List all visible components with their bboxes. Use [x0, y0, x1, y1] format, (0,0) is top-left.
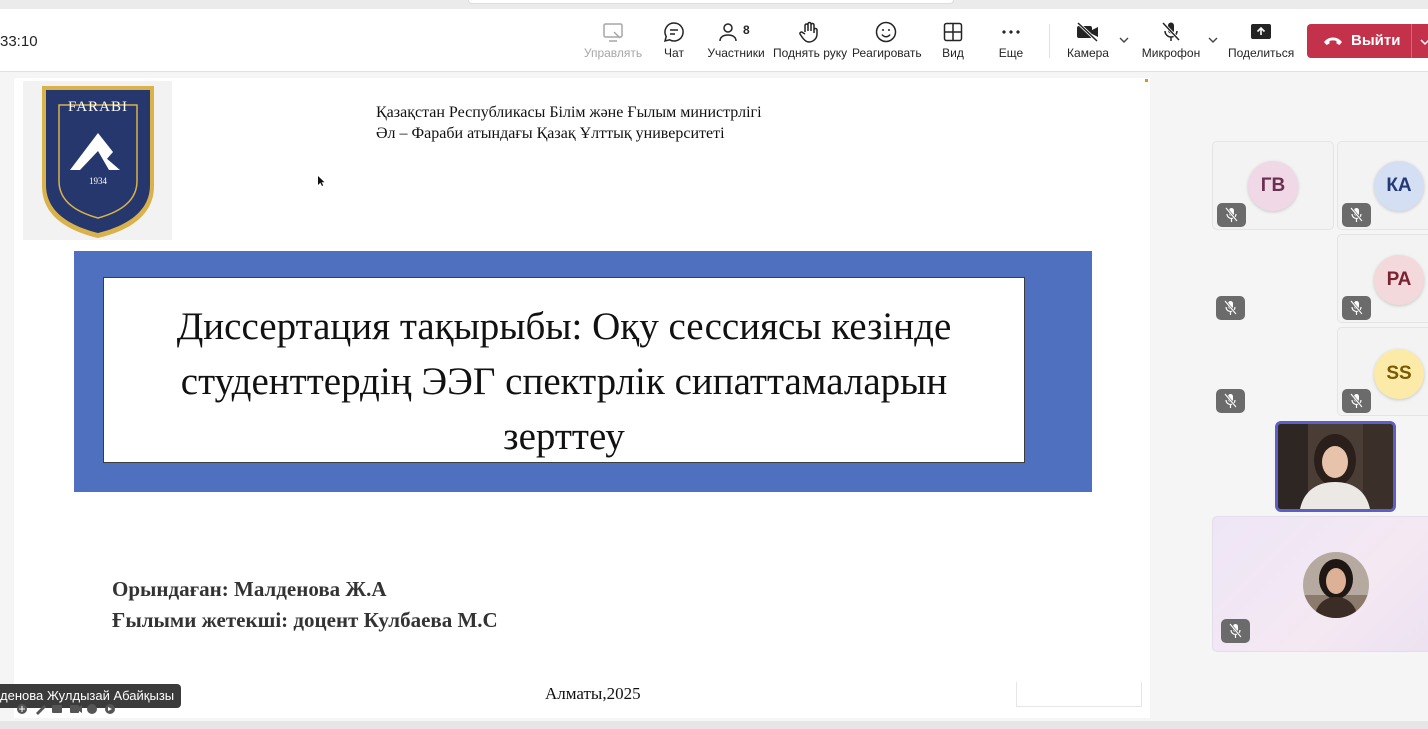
avatar: SS	[1374, 349, 1424, 399]
window-top-strip	[0, 0, 1428, 9]
title-line: Диссертация тақырыбы: Оқу сессиясы кезін…	[176, 305, 952, 348]
mic-off-icon	[1229, 623, 1242, 638]
mic-off-icon	[1224, 300, 1237, 315]
phone-hangup-icon	[1323, 34, 1343, 51]
leave-split-divider	[1411, 24, 1412, 58]
avatar: ГВ	[1248, 161, 1298, 211]
more-dots-icon	[992, 20, 1030, 44]
participant-tile[interactable]: SS	[1337, 327, 1428, 416]
participant-muted-badge	[1216, 296, 1245, 320]
participants-button[interactable]: 8 Участники	[704, 20, 768, 66]
participant-muted-badge	[1342, 296, 1371, 320]
participant-tile[interactable]: КА	[1337, 141, 1428, 230]
participant-photo-avatar	[1303, 552, 1369, 618]
mic-off-icon	[1224, 393, 1237, 408]
institution-line: Әл – Фараби атындағы Қазақ Ұлттық универ…	[376, 125, 725, 142]
title-pill	[468, 0, 954, 4]
supervisor-line: Ғылыми жетекші: доцент Кулбаева М.С	[112, 608, 498, 632]
raise-hand-button[interactable]: Поднять руку	[773, 20, 847, 66]
view-button[interactable]: Вид	[934, 20, 972, 66]
leave-options-chevron-icon[interactable]	[1419, 35, 1428, 52]
people-icon: 8	[716, 20, 756, 44]
camera-button[interactable]: Камера	[1064, 20, 1112, 66]
institution-header: Қазақстан Республикасы Білім және Ғылым …	[376, 102, 762, 144]
avatar: РА	[1374, 255, 1424, 305]
institution-line: Қазақстан Республикасы Білім және Ғылым …	[376, 104, 762, 121]
author-block: Орындаған: Малденова Ж.А Ғылыми жетекші:…	[112, 574, 498, 636]
title-line: зерттеу	[503, 415, 625, 458]
microphone-button[interactable]: Микрофон	[1140, 20, 1202, 66]
share-screen-icon	[1228, 20, 1294, 44]
participant-muted-badge	[1217, 203, 1246, 227]
mic-off-icon	[1350, 393, 1363, 408]
meeting-toolbar: 33:10 Управлять Чат 8 Участники Поднять …	[0, 9, 1428, 72]
participant-muted-badge	[1342, 203, 1371, 227]
toolbar-divider	[1049, 24, 1050, 58]
participant-tile[interactable]: ГВ	[1212, 141, 1334, 230]
mic-off-icon	[1140, 20, 1202, 44]
leave-button[interactable]: Выйти	[1307, 24, 1428, 58]
active-speaker-video[interactable]	[1275, 421, 1396, 512]
participant-tile[interactable]: РА	[1337, 234, 1428, 323]
thesis-title: Диссертация тақырыбы: Оқу сессиясы кезін…	[103, 277, 1025, 463]
participants-count: 8	[743, 23, 750, 37]
presenter-mini-controls[interactable]	[16, 702, 120, 715]
logo-year: 1934	[89, 176, 108, 186]
participant-muted-badge	[1221, 619, 1250, 643]
avatar: КА	[1374, 161, 1424, 211]
mic-off-icon	[1225, 207, 1238, 222]
slide-corner-panel	[1016, 682, 1142, 707]
share-button[interactable]: Поделиться	[1228, 20, 1294, 66]
university-logo: FARABI 1934	[23, 81, 172, 240]
window-bottom-strip	[0, 721, 1428, 729]
react-button[interactable]: Реагировать	[852, 20, 922, 66]
shared-slide: FARABI 1934 Қазақстан Республикасы Білім…	[14, 78, 1150, 718]
mouse-cursor-icon	[318, 173, 325, 191]
participant-muted-badge	[1216, 389, 1245, 413]
slide-marker	[1145, 79, 1148, 82]
logo-text: FARABI	[68, 99, 128, 115]
meeting-timer: 33:10	[0, 33, 38, 50]
smiley-icon	[852, 20, 920, 44]
grid-icon	[934, 20, 972, 44]
author-line: Орындаған: Малденова Ж.А	[112, 577, 387, 601]
chat-icon	[654, 20, 694, 44]
chat-button[interactable]: Чат	[654, 20, 694, 66]
hand-icon	[773, 20, 845, 44]
camera-off-icon	[1064, 20, 1112, 44]
microphone-options-chevron-icon[interactable]	[1207, 33, 1219, 51]
more-button[interactable]: Еще	[992, 20, 1030, 66]
mic-off-icon	[1350, 300, 1363, 315]
camera-options-chevron-icon[interactable]	[1118, 33, 1130, 51]
participant-muted-badge	[1342, 389, 1371, 413]
participant-tile[interactable]	[1212, 516, 1428, 652]
mic-off-icon	[1350, 207, 1363, 222]
title-line: студенттердің ЭЭГ спектрлік сипаттамалар…	[180, 360, 948, 403]
manage-button[interactable]: Управлять	[580, 20, 646, 66]
screen-share-icon	[580, 20, 646, 44]
city-year: Алматы,2025	[545, 684, 641, 703]
